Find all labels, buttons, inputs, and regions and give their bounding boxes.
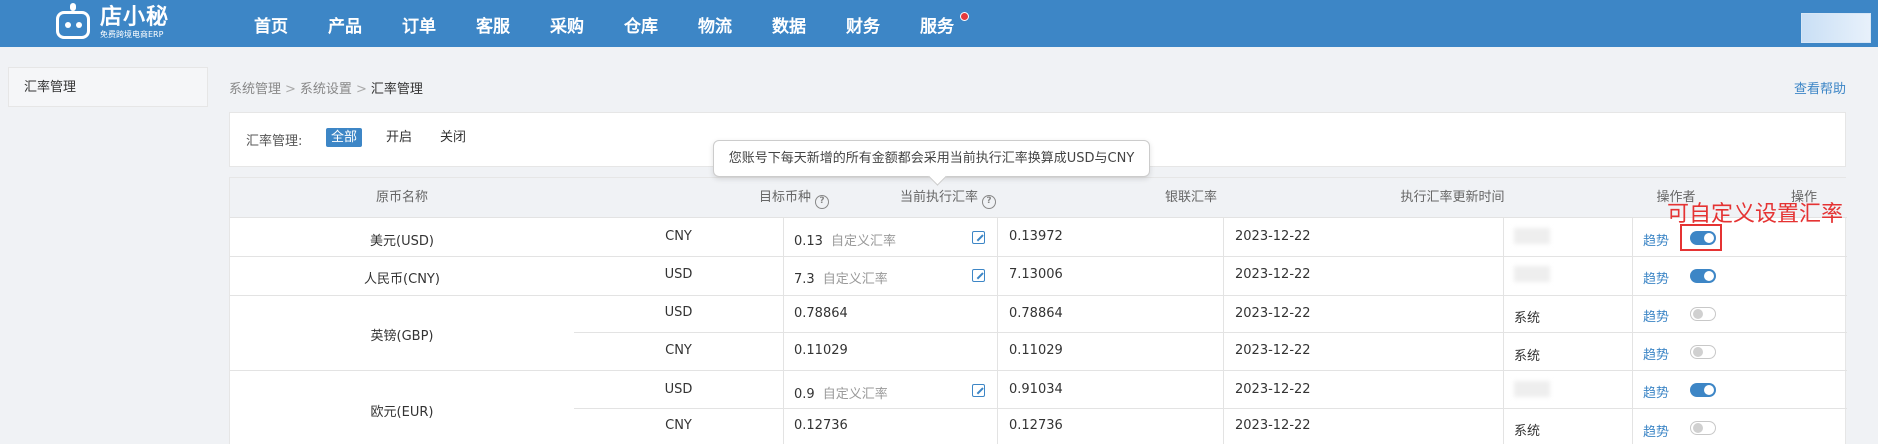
operator-redacted: [1514, 266, 1550, 282]
cell-current-rate: 0.13 自定义汇率: [794, 234, 896, 249]
trend-link[interactable]: 趋势: [1643, 230, 1669, 249]
edit-icon[interactable]: [972, 384, 985, 397]
filter-label: 汇率管理:: [246, 134, 303, 149]
custom-rate-label: 自定义汇率: [822, 272, 888, 287]
nav-logistics[interactable]: 物流: [678, 0, 752, 47]
operator-redacted: [1514, 381, 1550, 397]
app-logo[interactable]: 店小秘 免费跨境电商ERP: [52, 2, 169, 44]
edit-icon[interactable]: [972, 231, 985, 244]
cell-unionpay-rate: 0.91034: [1009, 382, 1063, 397]
breadcrumb-separator-icon: >: [355, 82, 367, 97]
cell-currency: 欧元(EUR): [370, 405, 434, 420]
trend-link[interactable]: 趋势: [1643, 344, 1669, 363]
enable-toggle[interactable]: [1690, 383, 1716, 397]
cell-target: USD: [664, 382, 693, 397]
logo-subtitle: 免费跨境电商ERP: [100, 30, 164, 39]
filter-enabled[interactable]: 开启: [381, 128, 417, 147]
enable-toggle[interactable]: [1690, 421, 1716, 435]
cell-current-rate: 7.3 自定义汇率: [794, 272, 888, 287]
nav-data[interactable]: 数据: [752, 0, 826, 47]
cell-currency: 英镑(GBP): [370, 329, 434, 344]
cell-target: USD: [664, 267, 693, 282]
cell-update-time: 2023-12-22: [1235, 343, 1311, 358]
cell-unionpay-rate: 0.11029: [1009, 343, 1063, 358]
cell-target: CNY: [665, 229, 692, 244]
trend-link[interactable]: 趋势: [1643, 306, 1669, 325]
cell-current-rate: 0.11029: [794, 343, 848, 358]
cell-unionpay-rate: 0.78864: [1009, 306, 1063, 321]
enable-toggle[interactable]: [1690, 345, 1716, 359]
exchange-rate-table: 原币名称 目标币种? 当前执行汇率? 银联汇率 执行汇率更新时间 操作者 操作 …: [229, 177, 1847, 444]
breadcrumb-system-settings[interactable]: 系统设置: [300, 82, 352, 97]
nav-customer-service[interactable]: 客服: [456, 0, 530, 47]
help-question-icon[interactable]: ?: [815, 195, 830, 209]
nav-products[interactable]: 产品: [308, 0, 382, 47]
notification-dot-icon: [960, 12, 969, 21]
cell-current-rate: 0.9 自定义汇率: [794, 387, 888, 402]
sidebar-item-exchange-rate[interactable]: 汇率管理: [9, 68, 207, 108]
rate-help-tooltip: 您账号下每天新增的所有金额都会采用当前执行汇率换算成USD与CNY: [713, 140, 1150, 177]
cell-target: USD: [664, 305, 693, 320]
help-link[interactable]: 查看帮助: [1794, 78, 1846, 97]
robot-logo-icon: [52, 3, 94, 41]
cell-current-rate: 0.78864: [794, 306, 848, 321]
col-current-rate: 当前执行汇率?: [828, 178, 1068, 218]
cell-current-rate: 0.12736: [794, 418, 848, 433]
enable-toggle[interactable]: [1690, 307, 1716, 321]
cell-unionpay-rate: 7.13006: [1009, 267, 1063, 282]
nav-home[interactable]: 首页: [234, 0, 308, 47]
nav-purchasing[interactable]: 采购: [530, 0, 604, 47]
top-nav-bar: 店小秘 免费跨境电商ERP 首页 产品 订单 客服 采购 仓库 物流 数据 财务…: [0, 0, 1878, 47]
cell-target: CNY: [665, 418, 692, 433]
nav-orders[interactable]: 订单: [382, 0, 456, 47]
custom-rate-label: 自定义汇率: [830, 234, 896, 249]
filter-disabled[interactable]: 关闭: [435, 128, 471, 147]
cell-currency: 美元(USD): [370, 234, 434, 249]
breadcrumb-system-management[interactable]: 系统管理: [229, 82, 281, 97]
user-account-menu[interactable]: [1801, 13, 1871, 43]
edit-icon[interactable]: [972, 269, 985, 282]
breadcrumb: 系统管理 > 系统设置 > 汇率管理: [229, 78, 423, 97]
cell-currency: 人民币(CNY): [364, 272, 440, 287]
cell-operator: 系统: [1514, 349, 1541, 364]
sidebar: 汇率管理: [8, 67, 208, 107]
operator-redacted: [1514, 228, 1550, 244]
table-header: 原币名称 目标币种? 当前执行汇率? 银联汇率 执行汇率更新时间 操作者 操作: [230, 178, 1847, 218]
cell-update-time: 2023-12-22: [1235, 267, 1311, 282]
breadcrumb-current: 汇率管理: [370, 82, 423, 97]
cell-update-time: 2023-12-22: [1235, 418, 1311, 433]
cell-unionpay-rate: 0.12736: [1009, 418, 1063, 433]
cell-unionpay-rate: 0.13972: [1009, 229, 1063, 244]
breadcrumb-separator-icon: >: [285, 82, 296, 97]
cell-update-time: 2023-12-22: [1235, 382, 1311, 397]
col-update-time: 执行汇率更新时间: [1400, 190, 1505, 205]
trend-link[interactable]: 趋势: [1643, 268, 1669, 287]
trend-link[interactable]: 趋势: [1643, 382, 1669, 401]
nav-warehouse[interactable]: 仓库: [604, 0, 678, 47]
col-source-currency: 原币名称: [375, 190, 428, 205]
nav-services[interactable]: 服务: [900, 0, 974, 47]
cell-update-time: 2023-12-22: [1235, 229, 1311, 244]
col-unionpay-rate: 银联汇率: [1164, 190, 1217, 205]
nav-finance[interactable]: 财务: [826, 0, 900, 47]
cell-operator: 系统: [1514, 424, 1541, 439]
cell-target: CNY: [665, 343, 692, 358]
help-question-icon[interactable]: ?: [982, 195, 996, 209]
annotation-highlight-box: [1680, 224, 1722, 251]
custom-rate-label: 自定义汇率: [822, 387, 888, 402]
logo-name: 店小秘: [100, 5, 170, 30]
trend-link[interactable]: 趋势: [1643, 421, 1669, 440]
cell-operator: 系统: [1514, 311, 1541, 326]
enable-toggle[interactable]: [1690, 269, 1716, 283]
filter-all[interactable]: 全部: [326, 128, 363, 147]
main-nav: 首页 产品 订单 客服 采购 仓库 物流 数据 财务 服务: [234, 0, 974, 47]
cell-update-time: 2023-12-22: [1235, 306, 1311, 321]
